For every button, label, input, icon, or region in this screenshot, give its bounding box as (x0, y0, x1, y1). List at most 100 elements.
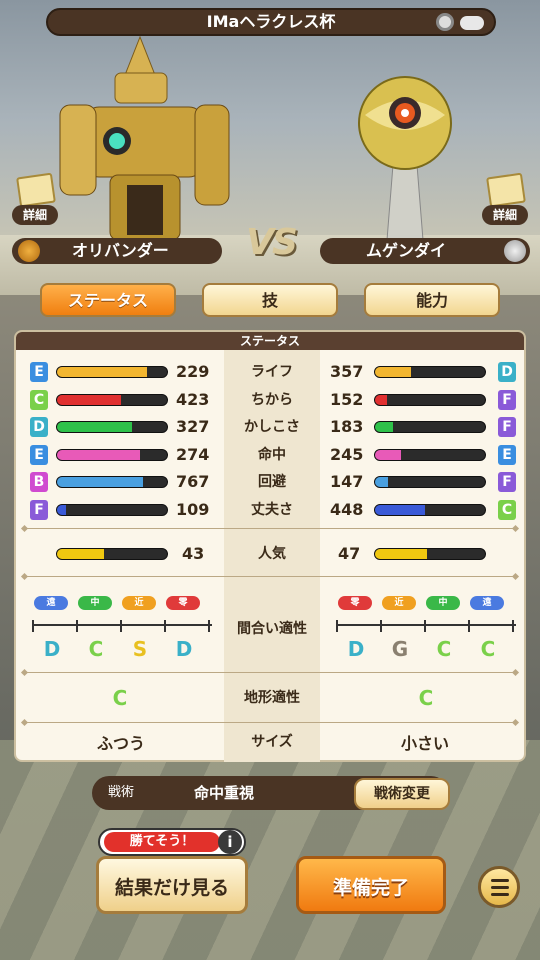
right-rank-badge: E (498, 444, 516, 465)
stat-row: E 229 ライフ 357 D (16, 360, 524, 384)
tournament-title-bar: IMaヘラクレス杯 (46, 8, 496, 36)
left-range-rank: D (43, 637, 61, 661)
left-range-pill: 近 (122, 596, 156, 610)
right-range-scale (336, 620, 516, 636)
change-tactics-button[interactable]: 戦術変更 (354, 778, 450, 810)
cards-icon (16, 172, 56, 208)
terrain-label: 地形適性 (244, 690, 300, 706)
menu-icon (491, 879, 509, 882)
left-rank-badge: F (30, 499, 48, 520)
tab-status[interactable]: ステータス (40, 283, 176, 317)
right-rank-badge: F (498, 417, 516, 437)
right-stat-value: 357 (330, 362, 364, 381)
tactics-bar: 戦術 命中重視 戦術変更 (92, 776, 450, 810)
left-range-rank: D (175, 637, 193, 661)
menu-button[interactable] (478, 866, 520, 908)
stat-label: ライフ (251, 364, 293, 380)
right-detail-button[interactable]: 詳細 (482, 172, 528, 225)
right-rank-badge: C (498, 499, 516, 520)
right-detail-label: 詳細 (482, 205, 528, 225)
cloud-icon (460, 16, 484, 30)
right-stat-bar (374, 503, 486, 516)
left-stat-bar (56, 366, 168, 378)
left-stat-bar (56, 448, 168, 461)
divider (24, 528, 516, 529)
left-stat-value: 423 (176, 389, 210, 409)
left-stat-value: 327 (176, 417, 210, 436)
panel-title: ステータス (16, 332, 524, 350)
right-size-value: 小さい (400, 734, 449, 753)
ready-button[interactable]: 準備完了 (296, 856, 446, 914)
left-range-scale (32, 620, 212, 636)
stat-row: F 109 丈夫さ 448 C (16, 498, 524, 522)
left-detail-button[interactable]: 詳細 (12, 172, 58, 225)
left-stat-bar (56, 503, 168, 516)
left-monster-image (59, 35, 230, 240)
divider (24, 672, 516, 673)
right-range-rank: G (391, 637, 409, 661)
vs-label: VS (246, 222, 298, 263)
right-range-rank: D (347, 637, 365, 661)
tab-bar: ステータス 技 能力 (40, 283, 502, 317)
range-label: 間合い適性 (237, 621, 307, 637)
right-stat-value: 152 (330, 389, 364, 409)
prediction-text: 勝てそう！ (104, 832, 220, 852)
bronze-medal-icon (18, 240, 40, 262)
right-range-pill: 遠 (470, 596, 504, 610)
size-label: サイズ (251, 734, 293, 750)
stat-row: C 423 ちから 152 F (16, 388, 524, 412)
stat-label: 丈夫さ (251, 501, 293, 518)
right-name-bar: ムゲンダイ (320, 238, 530, 264)
left-rank-badge: B (30, 472, 48, 492)
left-stat-bar (56, 393, 168, 406)
left-detail-label: 詳細 (12, 205, 58, 225)
status-panel: ステータス E 229 ライフ 357 DC 423 ちから 152 FD 32… (14, 330, 526, 762)
left-range-rank: C (88, 637, 104, 661)
stat-label: 回避 (258, 474, 286, 490)
record-icon (436, 13, 454, 31)
popularity-label: 人気 (258, 546, 286, 562)
right-stat-bar (374, 448, 486, 461)
info-icon[interactable]: i (218, 830, 242, 854)
left-range-rank: S (132, 637, 148, 661)
divider (24, 722, 516, 723)
right-terrain-rank: C (418, 686, 434, 710)
divider (24, 576, 516, 577)
left-stat-bar (56, 476, 168, 488)
tactics-label: 戦術 (108, 785, 135, 800)
right-popularity-bar (374, 548, 486, 560)
left-rank-badge: E (30, 444, 48, 465)
stat-label: ちから (251, 391, 293, 408)
left-stat-value: 767 (176, 472, 210, 491)
tab-skills[interactable]: 技 (202, 283, 338, 317)
right-range-pill: 近 (382, 596, 416, 610)
right-stat-value: 448 (330, 499, 364, 519)
arena-floor (0, 740, 540, 960)
stat-row: B 767 回避 147 F (16, 470, 524, 494)
left-stat-value: 274 (176, 444, 210, 464)
right-monster-image (358, 76, 452, 240)
left-rank-badge: D (30, 417, 48, 437)
right-stat-value: 147 (330, 472, 364, 491)
left-size-value: ふつう (96, 734, 145, 753)
left-range-pill: 零 (166, 596, 200, 610)
cards-icon (486, 172, 526, 208)
right-rank-badge: D (498, 362, 516, 382)
view-result-button[interactable]: 結果だけ見る (96, 856, 248, 914)
right-range-rank: C (480, 637, 496, 661)
right-stat-bar (374, 366, 486, 378)
stat-label: 命中 (258, 446, 286, 463)
tab-abilities[interactable]: 能力 (364, 283, 500, 317)
left-stat-value: 109 (176, 499, 210, 519)
right-stat-value: 245 (330, 444, 364, 464)
left-rank-badge: C (30, 389, 48, 410)
right-stat-bar (374, 421, 486, 433)
right-range-pill: 零 (338, 596, 372, 610)
right-stat-bar (374, 476, 486, 488)
prediction-bubble: 勝てそう！ i (98, 828, 246, 856)
right-range-pill: 中 (426, 596, 460, 610)
right-rank-badge: F (498, 389, 516, 410)
right-range-rank: C (436, 637, 452, 661)
tournament-title: IMaヘラクレス杯 (206, 12, 336, 31)
left-popularity-bar (56, 548, 168, 560)
